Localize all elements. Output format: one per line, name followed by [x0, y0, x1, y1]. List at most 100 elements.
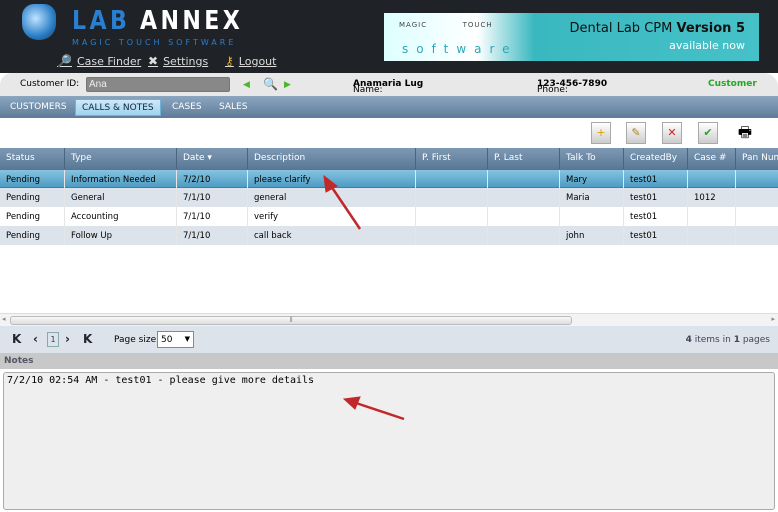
tools-icon: ✖ [148, 54, 159, 68]
table-row[interactable]: Pending Follow Up 7/1/10 call back john test0… [0, 226, 778, 245]
tab-cases[interactable]: CASES [166, 99, 208, 116]
page-number-button[interactable]: 1 [47, 332, 59, 347]
tooth-logo-icon [22, 4, 56, 40]
add-note-icon[interactable]: + [591, 122, 611, 144]
table-row[interactable]: Pending Information Needed 7/2/10 please cl… [0, 169, 778, 189]
column-header-case-number[interactable]: Case # [688, 148, 736, 169]
chevron-down-icon: ▼ [184, 335, 190, 343]
customer-id-label: Customer ID: [20, 79, 80, 89]
banner-brand-bottom: software [402, 42, 518, 56]
settings-label: Settings [163, 54, 209, 68]
cell-description: please clarify [248, 170, 416, 189]
banner-version: Version 5 [676, 21, 745, 36]
items-summary: 4 items in 1 pages [686, 335, 770, 345]
name-label: Name: [353, 85, 383, 95]
logo-subtitle: MAGIC TOUCH SOFTWARE [72, 38, 237, 47]
next-page-icon[interactable]: › [65, 332, 70, 346]
search-icon[interactable]: 🔍 [263, 77, 278, 91]
print-icon[interactable]: 🖶 [733, 122, 757, 144]
cell-created-by: test01 [624, 188, 688, 207]
page-size-value: 50 [161, 335, 173, 345]
cell-type: Accounting [65, 207, 177, 226]
column-header-p-last[interactable]: P. Last [488, 148, 560, 169]
cell-talk-to: Maria [560, 188, 624, 207]
items-count: 4 [685, 335, 692, 345]
page-size-select[interactable]: 50 ▼ [157, 331, 194, 348]
column-header-pan-num[interactable]: Pan Num [736, 148, 778, 169]
next-arrow-icon[interactable]: ▶ [284, 79, 297, 91]
cell-type: Information Needed [65, 170, 177, 189]
cell-p-last [488, 207, 560, 226]
cell-status: Pending [0, 207, 65, 226]
tab-bar: CUSTOMERS CALLS & NOTES CASES SALES [0, 96, 778, 118]
cell-status: Pending [0, 170, 65, 189]
customer-phone: Phone: 123-456-7890 [537, 79, 607, 95]
tab-customers[interactable]: CUSTOMERS [4, 99, 73, 116]
cell-status: Pending [0, 188, 65, 207]
cell-case-number: 1012 [688, 188, 736, 207]
cell-date: 7/1/10 [177, 226, 248, 245]
pager: K ‹ 1 › K Page size: 50 ▼ 4 items in 1 pa… [0, 326, 778, 353]
scroll-right-icon[interactable]: ▸ [771, 315, 775, 323]
column-header-type[interactable]: Type [65, 148, 177, 169]
items-mid: items in [694, 335, 731, 345]
logo-lab: LAB [72, 6, 131, 36]
notes-label: Notes [0, 353, 778, 369]
cell-talk-to [560, 207, 624, 226]
case-finder-link[interactable]: 🔎 Case Finder [57, 54, 141, 68]
table-row[interactable]: Pending General 7/1/10 general Maria test01 10… [0, 188, 778, 207]
cell-description: verify [248, 207, 416, 226]
grid-header: Status Type Date ▾ Description P. First P. La… [0, 148, 778, 169]
edit-note-icon[interactable]: ✎ [626, 122, 646, 144]
table-row[interactable]: Pending Accounting 7/1/10 verify test01 [0, 207, 778, 226]
cell-created-by: test01 [624, 170, 688, 189]
cell-p-first [416, 226, 488, 245]
column-header-description[interactable]: Description [248, 148, 416, 169]
cell-pan-num [736, 226, 778, 245]
logo-annex: ANNEX [140, 6, 244, 36]
column-header-status[interactable]: Status [0, 148, 65, 169]
banner-title-text: Dental Lab CPM [569, 21, 673, 36]
banner-title: Dental Lab CPM Version 5 [570, 21, 745, 36]
banner-subtitle: available now [669, 39, 745, 52]
banner-brand-left: MAGIC [399, 21, 428, 29]
scroll-left-icon[interactable]: ◂ [2, 315, 6, 323]
cell-pan-num [736, 207, 778, 226]
cell-talk-to: john [560, 226, 624, 245]
prev-page-icon[interactable]: ‹ [33, 332, 38, 346]
cell-date: 7/1/10 [177, 207, 248, 226]
cell-date: 7/2/10 [177, 170, 248, 189]
cell-case-number [688, 226, 736, 245]
horizontal-scrollbar[interactable]: ◂ ⦀ ▸ [0, 313, 778, 326]
cell-p-first [416, 207, 488, 226]
customer-id-input[interactable] [86, 77, 230, 92]
cell-description: general [248, 188, 416, 207]
tab-sales[interactable]: SALES [213, 99, 253, 116]
column-header-date[interactable]: Date ▾ [177, 148, 248, 169]
column-header-created-by[interactable]: CreatedBy [624, 148, 688, 169]
toolbar: + ✎ ✕ ✔ 🖶 [0, 118, 778, 148]
cell-pan-num [736, 170, 778, 189]
complete-note-icon[interactable]: ✔ [698, 122, 718, 144]
column-header-talk-to[interactable]: Talk To [560, 148, 624, 169]
logout-link[interactable]: ⚷ Logout [225, 54, 276, 68]
cell-case-number [688, 207, 736, 226]
customer-bar: Customer ID: ◀ 🔍 ▶ Name: Anamaria Lug Ph… [0, 73, 778, 96]
delete-note-icon[interactable]: ✕ [662, 122, 682, 144]
ad-banner[interactable]: MAGIC TOUCH software Dental Lab CPM Vers… [384, 13, 759, 61]
notes-textarea[interactable]: 7/2/10 02:54 AM - test01 - please give m… [3, 372, 775, 510]
cell-p-last [488, 170, 560, 189]
cell-p-first [416, 188, 488, 207]
column-header-p-first[interactable]: P. First [416, 148, 488, 169]
previous-arrow-icon[interactable]: ◀ [243, 79, 256, 91]
first-page-icon[interactable]: K [12, 332, 21, 346]
magnifier-icon: 🔎 [57, 54, 72, 68]
cell-status: Pending [0, 226, 65, 245]
tab-calls-notes[interactable]: CALLS & NOTES [75, 99, 161, 116]
scrollbar-thumb[interactable]: ⦀ [10, 316, 572, 325]
cell-description: call back [248, 226, 416, 245]
settings-link[interactable]: ✖ Settings [148, 54, 208, 68]
key-icon: ⚷ [225, 54, 234, 68]
last-page-icon[interactable]: K [83, 332, 92, 346]
customer-type: Customer [708, 79, 757, 89]
